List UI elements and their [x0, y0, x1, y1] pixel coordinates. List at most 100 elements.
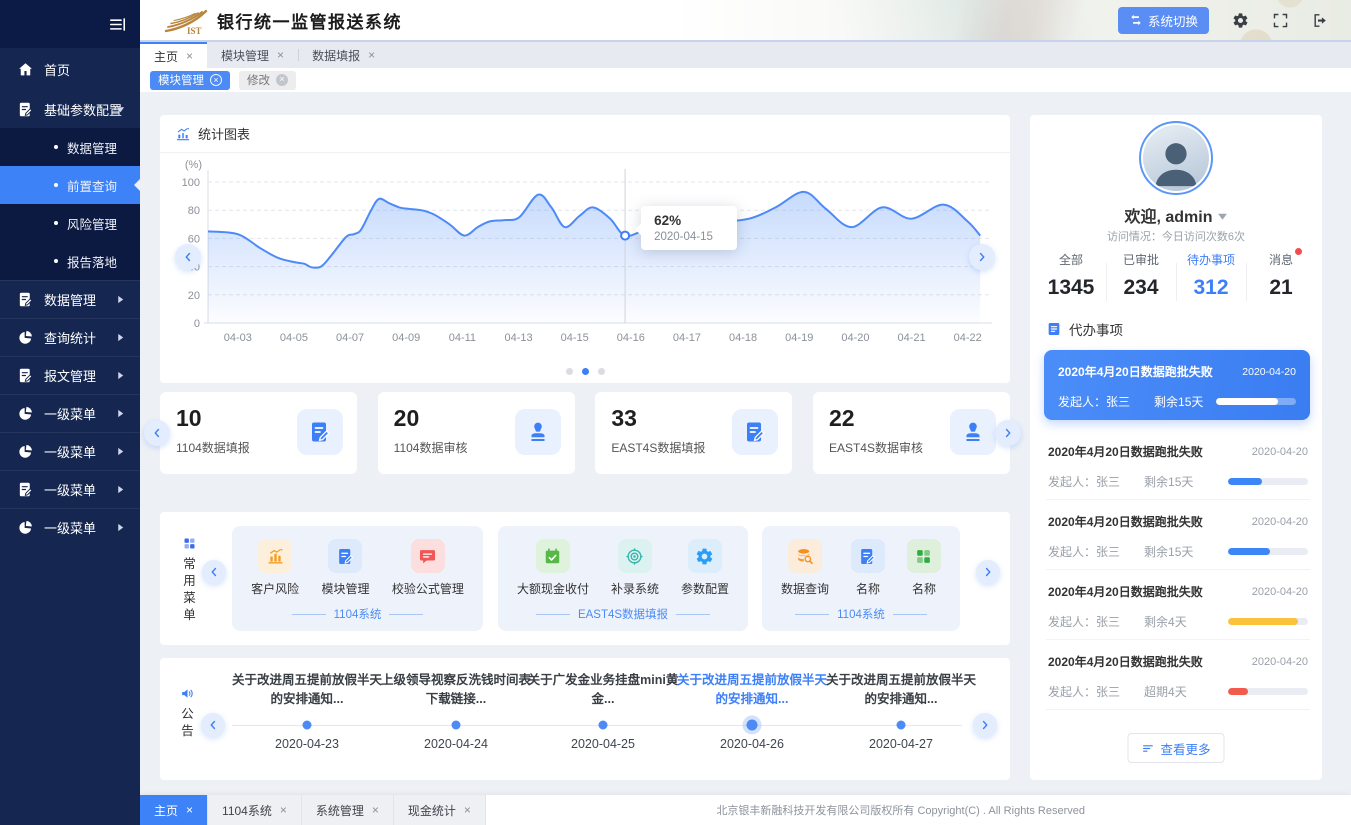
logout-icon[interactable] — [1312, 12, 1329, 29]
gear-icon[interactable] — [1232, 12, 1249, 29]
sidebar-item-query-stats[interactable]: 查询统计 — [0, 318, 140, 356]
progress-fill — [1228, 618, 1298, 625]
avatar[interactable] — [1139, 121, 1213, 195]
stat-approved[interactable]: 已审批 234 — [1106, 251, 1176, 305]
quick-menu-next-button[interactable] — [976, 560, 1000, 584]
bottom-tab-cash-stats[interactable]: 现金统计 — [394, 795, 486, 825]
announcement-item-active[interactable]: 关于改进周五提前放假半天的安排通知... 2020-04-26 — [672, 658, 832, 780]
sidebar-sub-report-landing[interactable]: 报告落地 — [0, 242, 140, 280]
chevron-left-icon — [150, 426, 164, 440]
stat-label: 待办事项 — [1187, 251, 1235, 268]
app-logo: IST — [164, 5, 210, 35]
sidebar-sub-data-mgmt[interactable]: 数据管理 — [0, 128, 140, 166]
pagination-dot[interactable] — [566, 368, 573, 375]
announcement-prev-button[interactable] — [201, 713, 225, 737]
sidebar-item-message-mgmt[interactable]: 报文管理 — [0, 356, 140, 394]
chevron-down-icon[interactable] — [1217, 211, 1228, 222]
announcement-item-title[interactable]: 关于改进周五提前放假半天的安排通知... — [227, 671, 387, 709]
announcement-item[interactable]: 关于广发金业务挂盘mini黄金... 2020-04-25 — [523, 658, 683, 780]
stat-card-1104-fill[interactable]: 10 1104数据填报 — [160, 392, 357, 474]
close-icon[interactable] — [372, 803, 379, 817]
stat-card-1104-review[interactable]: 20 1104数据审核 — [378, 392, 575, 474]
logo-text: IST — [187, 26, 202, 35]
announcement-item[interactable]: 关于改进周五提前放假半天的安排通知... 2020-04-27 — [821, 658, 981, 780]
announcement-item-title[interactable]: 关于改进周五提前放假半天的安排通知... — [672, 671, 832, 709]
tooltip-value: 62% — [654, 213, 724, 228]
doc-list-icon — [1046, 321, 1062, 337]
svg-text:04-09: 04-09 — [392, 332, 420, 344]
close-icon[interactable] — [464, 803, 471, 817]
sidebar-item-label: 报文管理 — [44, 366, 96, 385]
close-circle-icon[interactable] — [210, 74, 222, 86]
sidebar-collapse[interactable] — [0, 0, 140, 48]
sidebar-item-level1-menu-4[interactable]: 一级菜单 — [0, 508, 140, 546]
sidebar-sub-risk-mgmt[interactable]: 风险管理 — [0, 204, 140, 242]
stat-card-east4s-fill[interactable]: 33 EAST4S数据填报 — [595, 392, 792, 474]
sidebar-item-label: 首页 — [44, 60, 70, 79]
announcement-next-button[interactable] — [973, 713, 997, 737]
chevron-right-icon — [978, 718, 992, 732]
sidebar-item-level1-menu-1[interactable]: 一级菜单 — [0, 394, 140, 432]
announcement-item-date: 2020-04-27 — [821, 737, 981, 751]
fullscreen-icon[interactable] — [1272, 12, 1289, 29]
close-circle-icon[interactable] — [276, 74, 288, 86]
cards-prev-button[interactable] — [144, 420, 170, 446]
sidebar-item-level1-menu-3[interactable]: 一级菜单 — [0, 470, 140, 508]
announcement-item-title[interactable]: 关于改进周五提前放假半天的安排通知... — [821, 671, 981, 709]
todo-item[interactable]: 2020年4月20日数据跑批失败2020-04-20 发起人：张三剩余4天 — [1046, 570, 1310, 640]
bottom-tab-system-mgmt[interactable]: 系统管理 — [302, 795, 394, 825]
svg-text:04-16: 04-16 — [617, 332, 645, 344]
close-icon[interactable] — [368, 49, 375, 61]
todo-remaining: 剩余15天 — [1154, 393, 1203, 410]
announcement-item[interactable]: 上级领导视察反洗钱时间表下载链接... 2020-04-24 — [376, 658, 536, 780]
sidebar-sub-front-query[interactable]: 前置查询 — [0, 166, 140, 204]
sidebar-item-level1-menu-2[interactable]: 一级菜单 — [0, 432, 140, 470]
tab-home[interactable]: 主页 — [140, 42, 207, 68]
announcement-item[interactable]: 关于改进周五提前放假半天的安排通知... 2020-04-23 — [227, 658, 387, 780]
todo-item[interactable]: 2020年4月20日数据跑批失败2020-04-20 发起人：张三剩余15天 — [1046, 430, 1310, 500]
chip-label: 修改 — [247, 72, 270, 88]
chevron-right-icon — [116, 295, 125, 304]
todo-item-active[interactable]: 2020年4月20日数据跑批失败2020-04-20 发起人：张三剩余15天 — [1044, 350, 1310, 420]
stat-todo[interactable]: 待办事项 312 — [1176, 251, 1246, 305]
chevron-right-icon — [116, 333, 125, 342]
tab-data-fill[interactable]: 数据填报 — [298, 42, 389, 68]
menu-fold-icon[interactable] — [108, 15, 127, 34]
sidebar-group-base-params[interactable]: 基础参数配置 — [0, 90, 140, 128]
progress-fill — [1228, 688, 1248, 695]
sidebar-item-home[interactable]: 首页 — [0, 48, 140, 90]
sidebar-item-data-mgmt[interactable]: 数据管理 — [0, 280, 140, 318]
welcome-text[interactable]: 欢迎, admin — [1030, 203, 1322, 227]
chart-next-button[interactable] — [969, 244, 995, 270]
cards-next-button[interactable] — [995, 420, 1021, 446]
tab-module-mgmt[interactable]: 模块管理 — [207, 42, 298, 68]
pagination-dot[interactable] — [598, 368, 605, 375]
bottom-tab-home[interactable]: 主页 — [140, 795, 208, 825]
chart-prev-button[interactable] — [175, 244, 201, 270]
system-switch-button[interactable]: 系统切换 — [1118, 7, 1209, 34]
stat-messages[interactable]: 消息 21 — [1246, 251, 1316, 305]
close-icon[interactable] — [186, 803, 193, 817]
close-icon[interactable] — [277, 49, 284, 61]
quick-menu-group-1104-2: 数据查询 名称 名称 1104系统 — [762, 526, 960, 631]
bottom-tab-1104[interactable]: 1104系统 — [208, 795, 302, 825]
announcement-item-title[interactable]: 上级领导视察反洗钱时间表下载链接... — [376, 671, 536, 709]
stat-all[interactable]: 全部 1345 — [1036, 251, 1106, 305]
chip-modify[interactable]: 修改 — [239, 71, 296, 90]
todo-item[interactable]: 2020年4月20日数据跑批失败2020-04-20 发起人：张三超期4天 — [1046, 640, 1310, 710]
bullet-icon — [54, 221, 58, 225]
view-more-button[interactable]: 查看更多 — [1127, 733, 1224, 763]
close-icon[interactable] — [280, 803, 287, 817]
tab-label: 模块管理 — [221, 47, 269, 64]
pagination-dot[interactable] — [582, 368, 589, 375]
bottom-tab-label: 系统管理 — [316, 802, 364, 819]
speaker-icon — [180, 686, 195, 701]
chip-module-mgmt[interactable]: 模块管理 — [150, 71, 230, 90]
close-icon[interactable] — [186, 50, 193, 62]
chart-pagination-dots — [160, 368, 1010, 375]
announcement-item-title[interactable]: 关于广发金业务挂盘mini黄金... — [523, 671, 683, 709]
stat-card-east4s-review[interactable]: 22 EAST4S数据审核 — [813, 392, 1010, 474]
quick-menu-prev-button[interactable] — [202, 560, 226, 584]
stat-value: 234 — [1106, 276, 1176, 300]
todo-item[interactable]: 2020年4月20日数据跑批失败2020-04-20 发起人：张三剩余15天 — [1046, 500, 1310, 570]
